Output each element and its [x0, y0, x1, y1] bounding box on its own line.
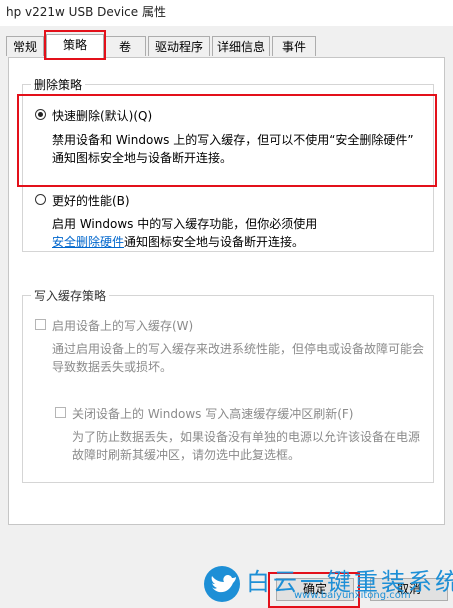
enable-write-cache-label[interactable]: 启用设备上的写入缓存(W) — [52, 317, 193, 334]
enable-write-cache-desc-line1: 通过启用设备上的写入缓存来改进系统性能，但停电或设备故障可能会 — [52, 342, 425, 356]
tab-volumes[interactable]: 卷 — [104, 36, 146, 56]
better-performance-label[interactable]: 更好的性能(B) — [52, 192, 130, 209]
enable-write-cache-checkbox[interactable] — [35, 319, 46, 330]
enable-write-cache-desc-line2: 导致数据丢失或损坏。 — [52, 360, 173, 374]
tab-general[interactable]: 常规 — [6, 36, 44, 56]
tab-events[interactable]: 事件 — [272, 36, 316, 56]
quick-removal-desc-line1: 禁用设备和 Windows 上的写入缓存，但可以不使用“安全删除硬件” — [52, 133, 414, 147]
safely-remove-hardware-link[interactable]: 安全删除硬件 — [52, 235, 124, 249]
policies-panel: 删除策略 快速删除(默认)(Q) 禁用设备和 Windows 上的写入缓存，但可… — [8, 57, 445, 525]
tab-strip: 常规 策略 卷 驱动程序 详细信息 事件 — [0, 34, 453, 60]
removal-policy-group: 删除策略 快速删除(默认)(Q) 禁用设备和 Windows 上的写入缓存，但可… — [22, 76, 434, 252]
radio-selected-dot — [38, 112, 43, 117]
better-performance-desc-line1: 启用 Windows 中的写入缓存功能，但你必须使用 — [52, 217, 318, 231]
tab-details[interactable]: 详细信息 — [212, 36, 270, 56]
bird-logo-icon — [204, 566, 240, 602]
turn-off-buffer-flushing-desc-line1: 为了防止数据丢失，如果设备没有单独的电源以允许该设备在电源 — [72, 430, 421, 444]
title-bar: hp v221w USB Device 属性 — [0, 0, 453, 26]
write-cache-policy-title: 写入缓存策略 — [31, 287, 110, 304]
tab-policies[interactable]: 策略 — [46, 34, 104, 60]
watermark-url: www.baiyunxitong.com — [294, 590, 411, 601]
removal-policy-title: 删除策略 — [31, 76, 86, 93]
quick-removal-desc-line2: 通知图标安全地与设备断开连接。 — [52, 151, 233, 165]
turn-off-buffer-flushing-label[interactable]: 关闭设备上的 Windows 写入高速缓存缓冲区刷新(F) — [72, 405, 353, 422]
write-cache-policy-group: 写入缓存策略 启用设备上的写入缓存(W) 通过启用设备上的写入缓存来改进系统性能… — [22, 287, 434, 483]
better-performance-desc-line2-rest: 通知图标安全地与设备断开连接。 — [124, 235, 305, 249]
quick-removal-description: 禁用设备和 Windows 上的写入缓存，但可以不使用“安全删除硬件” 通知图标… — [52, 131, 414, 167]
window-title: hp v221w USB Device 属性 — [6, 5, 166, 19]
turn-off-buffer-flushing-desc-line2: 故障时刷新其缓冲区，请勿选中此复选框。 — [72, 448, 301, 462]
turn-off-buffer-flushing-checkbox[interactable] — [55, 407, 66, 418]
site-watermark: 白云一键重装系统 www.baiyunxitong.com — [202, 562, 453, 606]
quick-removal-label[interactable]: 快速删除(默认)(Q) — [52, 107, 152, 124]
turn-off-buffer-flushing-description: 为了防止数据丢失，如果设备没有单独的电源以允许该设备在电源 故障时刷新其缓冲区，… — [72, 428, 420, 464]
better-performance-radio[interactable] — [35, 194, 46, 205]
enable-write-cache-description: 通过启用设备上的写入缓存来改进系统性能，但停电或设备故障可能会 导致数据丢失或损… — [52, 340, 424, 376]
better-performance-desc-line2: 安全删除硬件通知图标安全地与设备断开连接。 — [52, 233, 317, 251]
quick-removal-radio[interactable] — [35, 109, 46, 120]
better-performance-description: 启用 Windows 中的写入缓存功能，但你必须使用 安全删除硬件通知图标安全地… — [52, 215, 317, 251]
tab-driver[interactable]: 驱动程序 — [148, 36, 210, 56]
